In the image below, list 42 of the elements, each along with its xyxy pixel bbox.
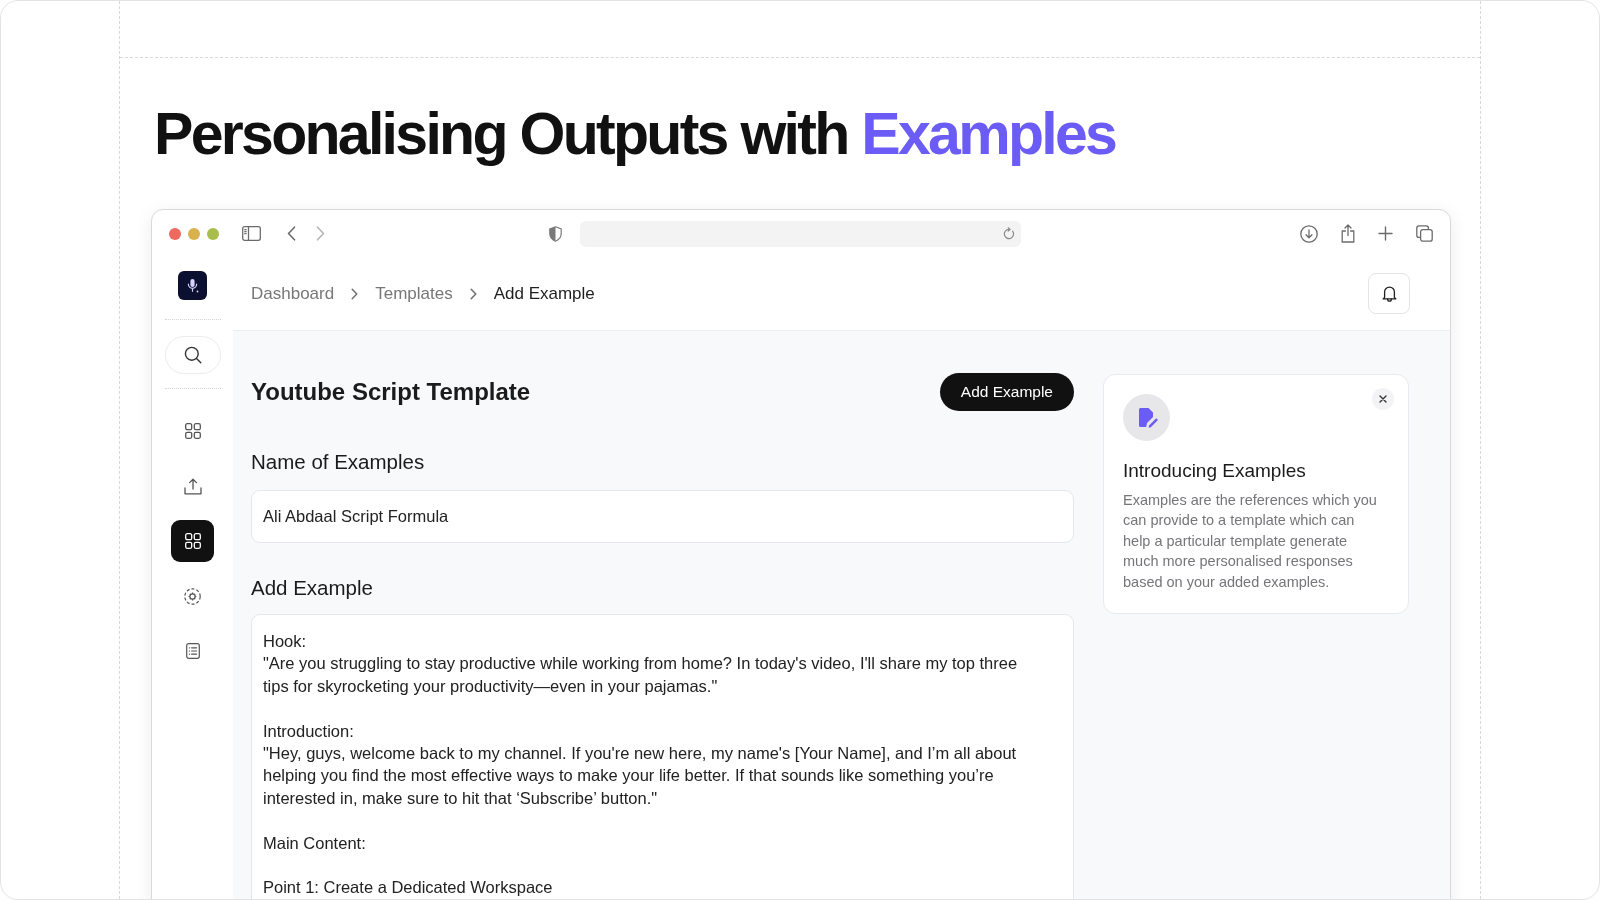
upload-icon	[183, 477, 202, 495]
logo-icon[interactable]	[178, 271, 207, 300]
chevron-right-icon	[351, 287, 359, 300]
breadcrumb-link[interactable]: Dashboard	[251, 283, 335, 304]
script-text: Main Content:	[263, 832, 367, 854]
search-icon	[183, 346, 202, 364]
search-button[interactable]	[164, 336, 221, 374]
plus-icon[interactable]	[1378, 226, 1393, 241]
card-title: Introducing Examples	[1123, 460, 1307, 482]
field-label: Add Example	[251, 576, 373, 600]
sidebar-item[interactable]	[171, 520, 214, 562]
notification-button[interactable]	[1368, 273, 1410, 314]
close-icon	[1379, 395, 1387, 403]
grid-icon	[184, 533, 201, 549]
script-text: Introduction:	[263, 720, 355, 742]
shield-icon[interactable]	[549, 225, 562, 242]
chevron-left-icon[interactable]	[287, 226, 296, 241]
card-description: Examples are the references which you can provide to a template which can help a particular template generate much more personalised responses based on your added examples.	[1123, 491, 1378, 592]
reload-icon[interactable]	[1003, 227, 1015, 240]
close-button[interactable]	[1372, 388, 1394, 410]
script-text: Point 1: Create a Dedicated Workspace	[263, 877, 554, 899]
grid-icon	[184, 423, 201, 439]
field-label: Name of Examples	[251, 450, 425, 474]
name-input[interactable]: Ali Abdaal Script Formula	[251, 490, 1074, 543]
share-icon[interactable]	[1341, 224, 1355, 243]
sidebar-toggle-icon[interactable]	[242, 226, 261, 241]
page-headline: Personalising Outputs with Examples	[154, 100, 1116, 169]
bell-icon	[1381, 285, 1397, 302]
breadcrumb-link[interactable]: Add Example	[493, 283, 595, 304]
script-text: Hook:	[263, 631, 308, 652]
window-controls-icon[interactable]	[169, 227, 219, 240]
edit-document-icon	[1123, 394, 1170, 441]
breadcrumb-link[interactable]: Templates	[375, 283, 453, 304]
chevron-right-icon	[469, 287, 477, 300]
tab-overview-icon[interactable]	[1416, 225, 1433, 242]
list-icon	[185, 643, 200, 659]
gear-icon	[184, 587, 201, 605]
script-text: "Hey, guys, welcome back to my channel. If you're new here, my name's [Your Name], and I’m all about helping you find the most effective ways to make your life better. If that sounds like something you’re interested in, make sure to hit that ‘Subscribe’ button."	[263, 743, 1018, 809]
download-icon[interactable]	[1300, 224, 1318, 243]
script-text: "Are you struggling to stay productive while working from home? In today's video, I'll share my top three tips for skyrocketing your productivity—even in your pajamas."	[263, 653, 1019, 697]
page-title: Youtube Script Template	[251, 378, 531, 406]
add-example-button[interactable]: Add Example	[939, 373, 1074, 411]
